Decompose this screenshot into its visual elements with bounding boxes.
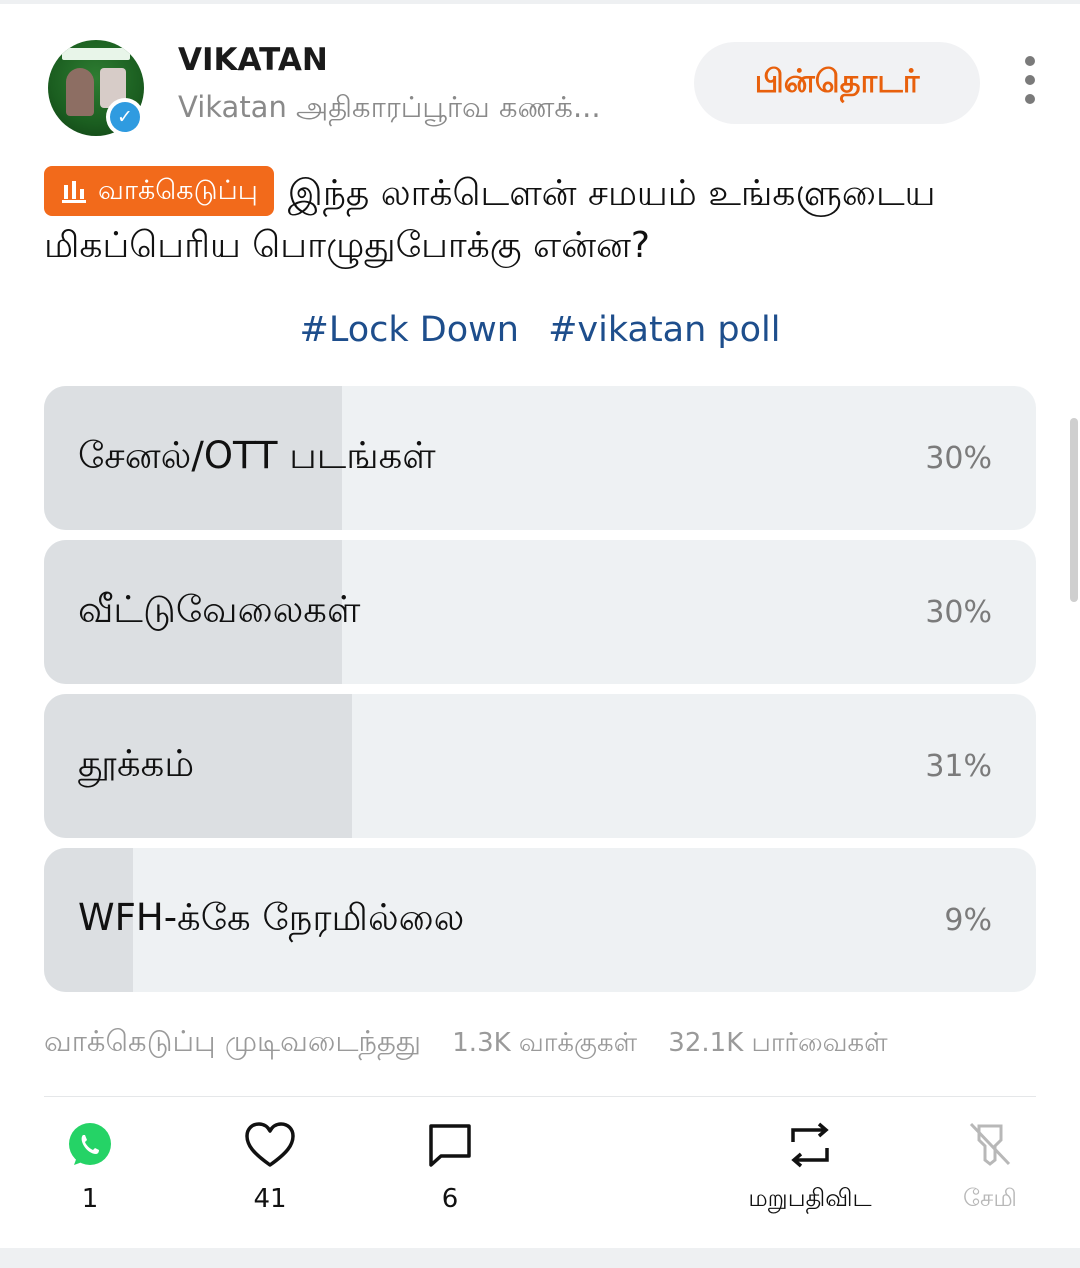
follow-button[interactable]: பின்தொடர் bbox=[694, 42, 980, 124]
verified-badge-icon: ✓ bbox=[106, 98, 144, 136]
likes-count: 41 bbox=[253, 1184, 287, 1214]
poll-tag: வாக்கெடுப்பு bbox=[44, 166, 274, 216]
author-subtitle: Vikatan அதிகாரப்பூர்வ கணக்... bbox=[178, 90, 601, 124]
comments-count: 6 bbox=[441, 1184, 459, 1214]
repost-button[interactable]: மறுபதிவிட bbox=[730, 1120, 890, 1215]
poll-option[interactable]: தூக்கம் 31% bbox=[44, 694, 1036, 838]
poll-option-label: WFH-க்கே நேரமில்லை bbox=[78, 896, 465, 939]
save-label: சேமி bbox=[963, 1184, 1017, 1212]
poll-tag-label: வாக்கெடுப்பு bbox=[98, 175, 258, 206]
poll-option-percent: 30% bbox=[925, 440, 992, 476]
poll-option-label: வீட்டுவேலைகள் bbox=[78, 588, 361, 631]
bar-chart-icon bbox=[62, 181, 86, 203]
poll-option-label: தூக்கம் bbox=[78, 742, 195, 785]
poll-option-percent: 9% bbox=[944, 902, 992, 938]
avatar-figure bbox=[66, 68, 94, 116]
whatsapp-share-button[interactable]: 1 bbox=[62, 1120, 118, 1214]
poll-votes: 1.3K வாக்குகள் bbox=[452, 1028, 638, 1058]
repost-label: மறுபதிவிட bbox=[748, 1184, 872, 1212]
poll-option-percent: 30% bbox=[925, 594, 992, 630]
top-strip bbox=[0, 0, 1080, 4]
comment-button[interactable]: 6 bbox=[422, 1120, 478, 1214]
whatsapp-icon bbox=[69, 1123, 111, 1165]
like-button[interactable]: 41 bbox=[240, 1120, 300, 1214]
more-options-icon[interactable] bbox=[1010, 56, 1050, 104]
poll-option-label: சேனல்/OTT படங்கள் bbox=[78, 434, 436, 477]
poll-option-percent: 31% bbox=[925, 748, 992, 784]
save-disabled-icon bbox=[969, 1122, 1011, 1166]
poll-views: 32.1K பார்வைகள் bbox=[668, 1028, 888, 1058]
hashtag-link[interactable]: #Lock Down bbox=[300, 310, 519, 350]
hashtag-link[interactable]: #vikatan poll bbox=[548, 310, 780, 350]
poll-question-block: வாக்கெடுப்பு இந்த லாக்டௌன் சமயம் உங்களுடை… bbox=[44, 166, 1044, 272]
poll-meta: வாக்கெடுப்பு முடிவடைந்தது 1.3K வாக்குகள்… bbox=[44, 1024, 1044, 1062]
poll-option[interactable]: வீட்டுவேலைகள் 30% bbox=[44, 540, 1036, 684]
whatsapp-count: 1 bbox=[81, 1184, 99, 1214]
hashtags: #Lock Down #vikatan poll bbox=[0, 310, 1080, 350]
comment-icon bbox=[429, 1124, 471, 1167]
poll-option[interactable]: WFH-க்கே நேரமில்லை 9% bbox=[44, 848, 1036, 992]
save-button[interactable]: சேமி bbox=[946, 1120, 1034, 1215]
divider bbox=[44, 1096, 1036, 1097]
avatar-banner bbox=[62, 48, 130, 60]
heart-icon bbox=[245, 1122, 295, 1167]
scrollbar[interactable] bbox=[1070, 418, 1078, 602]
poll-status: வாக்கெடுப்பு முடிவடைந்தது bbox=[44, 1024, 422, 1058]
bottom-strip bbox=[0, 1248, 1080, 1268]
repost-icon bbox=[791, 1122, 829, 1168]
poll-option[interactable]: சேனல்/OTT படங்கள் 30% bbox=[44, 386, 1036, 530]
author-name[interactable]: VIKATAN bbox=[178, 42, 328, 78]
